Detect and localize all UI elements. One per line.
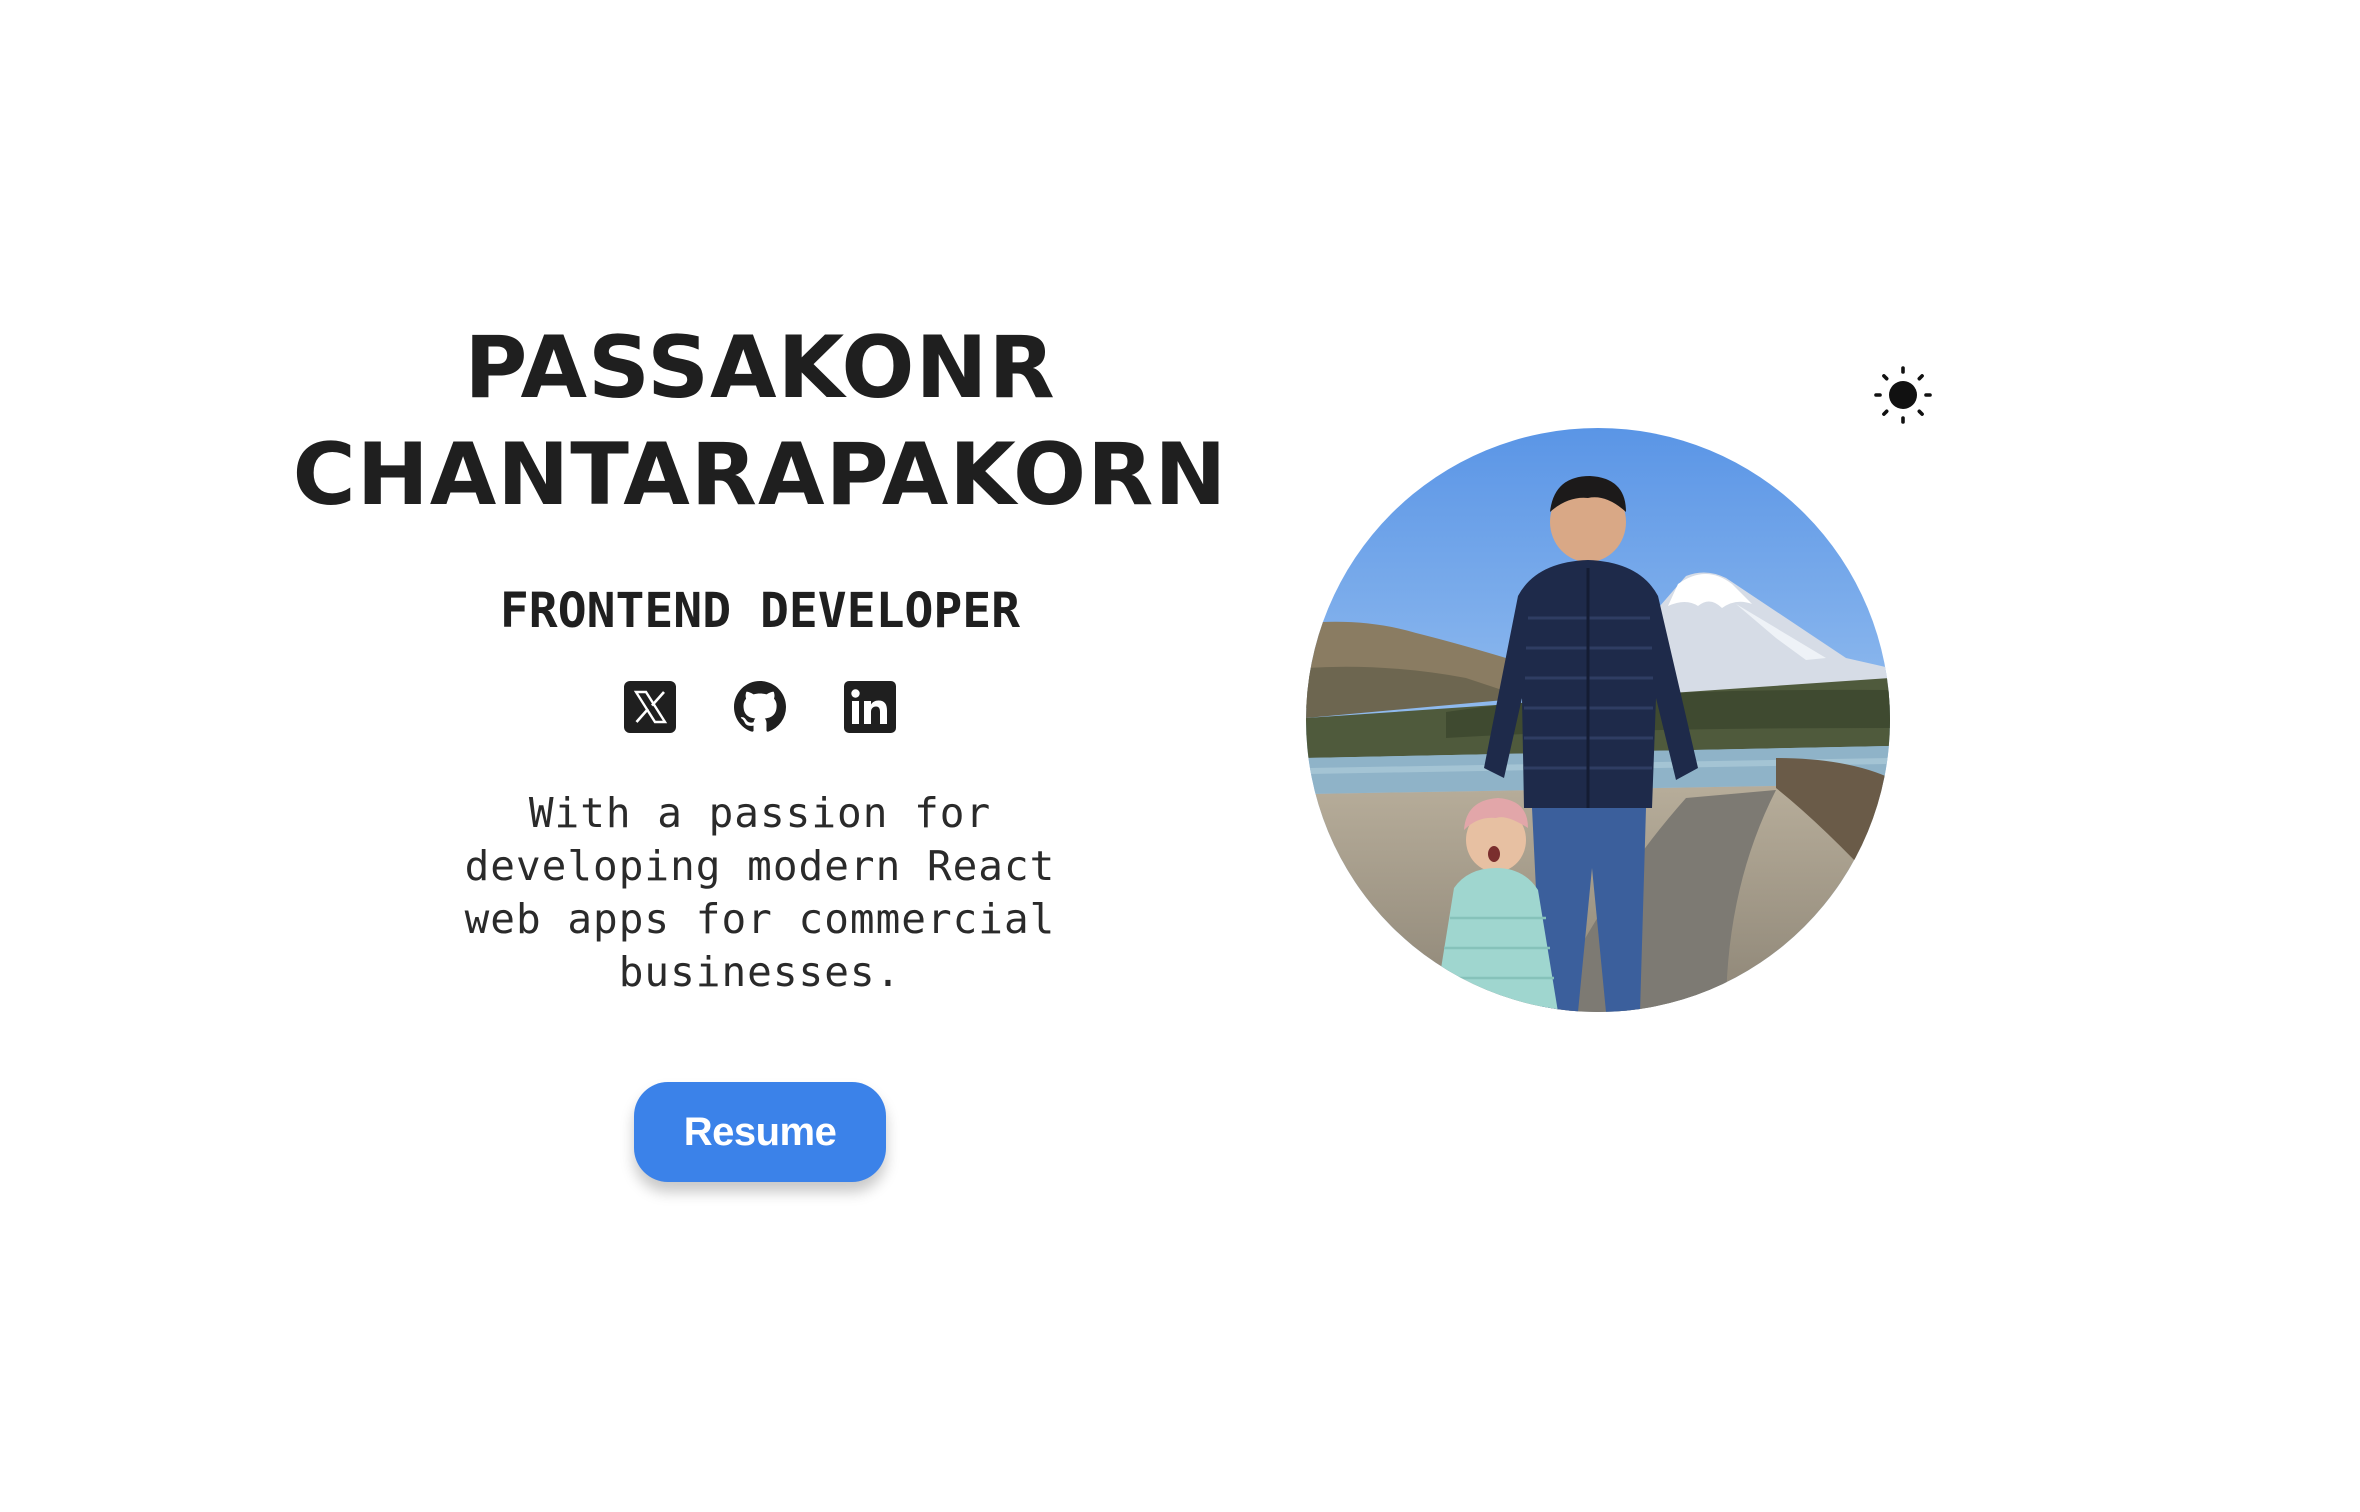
x-twitter-icon [624, 681, 676, 733]
social-links [624, 681, 896, 733]
linkedin-icon [844, 681, 896, 733]
linkedin-link[interactable] [844, 681, 896, 733]
profile-photo [1306, 428, 1890, 1012]
bio-text: With a passion for developing modern Rea… [464, 789, 1056, 996]
github-link[interactable] [734, 681, 786, 733]
job-title: FRONTEND DEVELOPER [499, 583, 1021, 639]
profile-photo-illustration [1306, 428, 1890, 1012]
theme-toggle-button[interactable] [1874, 366, 1932, 424]
hero-intro: PASSAKONR CHANTARAPAKORN FRONTEND DEVELO… [293, 315, 1226, 1182]
name-line-first: PASSAKONR [464, 318, 1056, 418]
github-icon [734, 681, 786, 732]
name-line-last: CHANTARAPAKORN [292, 425, 1228, 525]
page-title: PASSAKONR CHANTARAPAKORN [293, 315, 1228, 529]
sun-icon [1874, 366, 1932, 424]
x-twitter-link[interactable] [624, 681, 676, 733]
resume-button[interactable]: Resume [634, 1082, 886, 1182]
